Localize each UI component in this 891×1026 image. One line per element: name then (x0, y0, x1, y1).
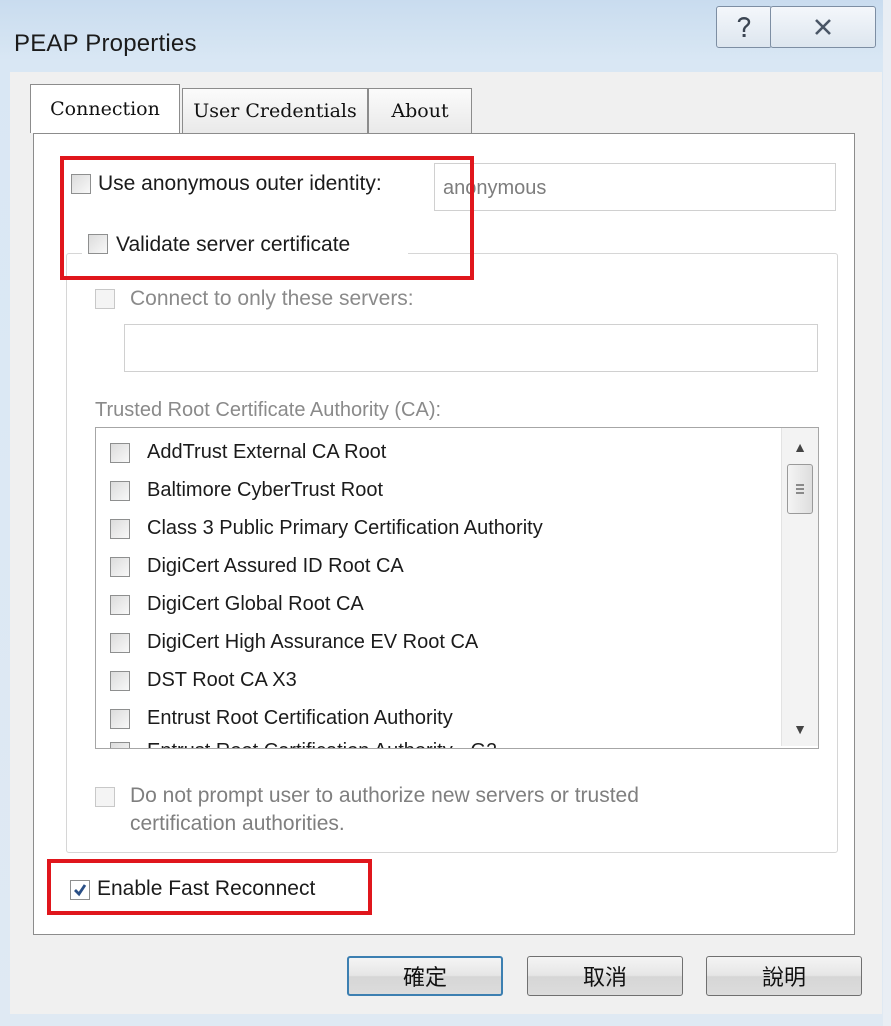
do-not-prompt-checkbox[interactable] (95, 787, 115, 807)
tab-about[interactable]: About (368, 88, 472, 133)
ca-checkbox[interactable] (110, 671, 130, 691)
tab-connection[interactable]: Connection (30, 84, 180, 133)
dialog-window: PEAP Properties Connection User Credenti… (0, 0, 891, 1026)
do-not-prompt-label-line1: Do not prompt user to authorize new serv… (130, 784, 639, 807)
list-item[interactable]: DigiCert Global Root CA (96, 587, 776, 623)
ca-name: DST Root CA X3 (147, 669, 297, 691)
do-not-prompt-label-line2: certification authorities. (130, 812, 345, 835)
window-frame (883, 0, 891, 1026)
ca-checkbox[interactable] (110, 481, 130, 501)
list-item[interactable]: AddTrust External CA Root (96, 435, 776, 471)
ca-name: Entrust Root Certification Authority - G… (147, 740, 497, 748)
list-item[interactable]: DigiCert High Assurance EV Root CA (96, 625, 776, 661)
ok-button[interactable]: 確定 (347, 956, 503, 996)
ca-name: Entrust Root Certification Authority (147, 707, 453, 729)
title-bar[interactable]: PEAP Properties (0, 0, 891, 72)
scroll-up-icon[interactable]: ▲ (782, 432, 818, 462)
connect-servers-label: Connect to only these servers: (130, 287, 414, 310)
list-item[interactable]: Baltimore CyberTrust Root (96, 473, 776, 509)
ca-name: DigiCert Global Root CA (147, 593, 364, 615)
list-item[interactable]: DST Root CA X3 (96, 663, 776, 699)
servers-input[interactable] (124, 324, 818, 372)
ca-checkbox[interactable] (110, 595, 130, 615)
scroll-down-icon[interactable]: ▼ (782, 714, 818, 744)
close-caption-button[interactable] (770, 6, 876, 48)
connect-servers-checkbox[interactable] (95, 289, 115, 309)
highlight-box-identity (60, 156, 474, 280)
ca-checkbox[interactable] (110, 557, 130, 577)
cancel-button[interactable]: 取消 (527, 956, 683, 996)
list-item[interactable]: Entrust Root Certification Authority (96, 701, 776, 737)
ca-checkbox[interactable] (110, 742, 130, 748)
trusted-ca-listbox[interactable]: AddTrust External CA Root Baltimore Cybe… (95, 427, 819, 749)
ca-checkbox[interactable] (110, 443, 130, 463)
ca-checkbox[interactable] (110, 519, 130, 539)
anonymous-identity-input[interactable]: anonymous (434, 163, 836, 211)
ca-name: DigiCert High Assurance EV Root CA (147, 631, 479, 653)
ca-checkbox[interactable] (110, 709, 130, 729)
ca-name: Class 3 Public Primary Certification Aut… (147, 517, 543, 539)
scroll-thumb[interactable] (787, 464, 813, 514)
help-caption-button[interactable] (716, 6, 772, 48)
help-icon (733, 14, 755, 40)
list-item[interactable]: Entrust Root Certification Authority - G… (96, 734, 776, 748)
close-icon (812, 16, 834, 38)
listbox-scrollbar[interactable]: ▲ ▼ (781, 428, 818, 746)
trusted-ca-label: Trusted Root Certificate Authority (CA): (95, 399, 442, 421)
window-title: PEAP Properties (14, 30, 197, 57)
ca-name: Baltimore CyberTrust Root (147, 479, 383, 501)
ca-name: DigiCert Assured ID Root CA (147, 555, 404, 577)
ca-checkbox[interactable] (110, 633, 130, 653)
grip-icon (796, 484, 804, 494)
ca-name: AddTrust External CA Root (147, 441, 387, 463)
list-item[interactable]: Class 3 Public Primary Certification Aut… (96, 511, 776, 547)
list-item[interactable]: DigiCert Assured ID Root CA (96, 549, 776, 585)
tab-user-credentials[interactable]: User Credentials (182, 88, 368, 133)
highlight-box-fast-reconnect (47, 859, 372, 915)
help-button[interactable]: 說明 (706, 956, 862, 996)
